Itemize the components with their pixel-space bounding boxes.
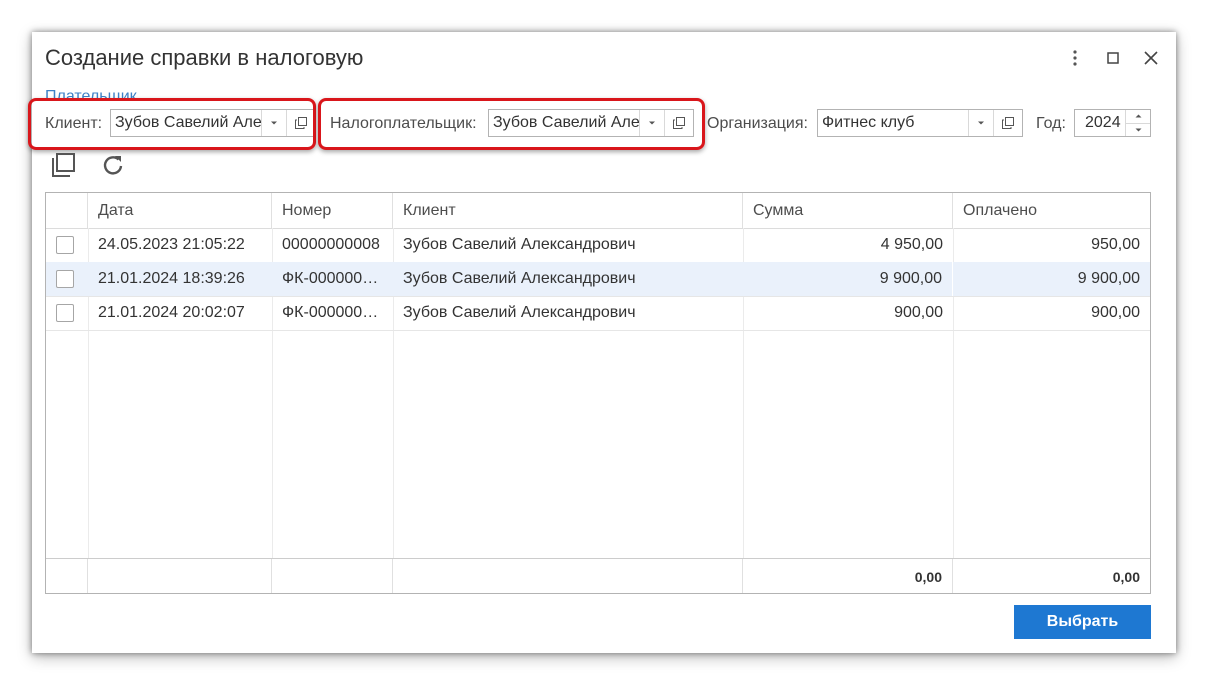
year-field-value[interactable]: 2024 [1075, 110, 1125, 136]
open-icon [1002, 117, 1014, 129]
table-row-selected[interactable]: 21.01.2024 18:39:26 ФК-0000000017 Зубов … [46, 262, 1150, 297]
footer-cell [46, 559, 88, 593]
row-paid: 9 900,00 [1077, 270, 1140, 287]
row-sum: 900,00 [894, 304, 943, 321]
chevron-down-icon [978, 121, 984, 125]
open-icon [673, 117, 685, 129]
row-paid: 950,00 [1091, 236, 1140, 253]
column-header-paid[interactable]: Оплачено [953, 193, 1150, 228]
row-sum: 4 950,00 [880, 236, 943, 253]
taxpayer-label: Налогоплательщик: [330, 115, 477, 132]
select-button[interactable]: Выбрать [1014, 605, 1151, 639]
year-field[interactable]: 2024 [1074, 109, 1151, 137]
close-icon[interactable] [1139, 46, 1163, 70]
year-increment-button[interactable] [1126, 110, 1150, 123]
organization-dropdown-button[interactable] [968, 110, 993, 136]
refresh-button[interactable] [98, 150, 128, 180]
chevron-down-icon [649, 121, 655, 125]
year-spinner[interactable] [1125, 110, 1150, 136]
organization-open-button[interactable] [993, 110, 1022, 136]
row-checkbox[interactable] [56, 270, 74, 288]
client-label: Клиент: [45, 115, 103, 132]
taxpayer-field[interactable]: Зубов Савелий Александрович [488, 109, 694, 137]
taxpayer-open-button[interactable] [664, 110, 693, 136]
maximize-icon[interactable] [1101, 46, 1125, 70]
row-date: 21.01.2024 18:39:26 [98, 270, 245, 287]
chevron-down-icon [1135, 128, 1141, 132]
column-header-check [46, 193, 88, 228]
chevron-up-icon [1135, 114, 1141, 118]
row-checkbox[interactable] [56, 236, 74, 254]
year-label: Год: [1036, 115, 1066, 132]
dialog-title: Создание справки в налоговую [45, 45, 364, 70]
table-row[interactable]: 21.01.2024 20:02:07 ФК-0000000018 Зубов … [46, 296, 1150, 331]
column-header-date[interactable]: Дата [88, 193, 272, 228]
taxpayer-field-value[interactable]: Зубов Савелий Александрович [489, 110, 639, 136]
footer-cell [393, 559, 743, 593]
client-field-value[interactable]: Зубов Савелий Александрович [111, 110, 261, 136]
open-icon [295, 117, 307, 129]
column-header-client[interactable]: Клиент [393, 193, 743, 228]
column-header-number[interactable]: Номер [272, 193, 393, 228]
organization-field-value[interactable]: Фитнес клуб [818, 110, 968, 136]
client-dropdown-button[interactable] [261, 110, 286, 136]
row-number-cell: ФК-0000000017 [272, 262, 393, 296]
row-checkbox[interactable] [56, 304, 74, 322]
row-number: ФК-0000000018 [282, 304, 383, 321]
row-number: 00000000008 [282, 236, 380, 253]
more-vertical-icon[interactable] [1063, 46, 1087, 70]
copy-icon [52, 153, 75, 177]
row-client: Зубов Савелий Александрович [403, 270, 636, 287]
tax-certificate-dialog: Создание справки в налоговую Плательщик … [28, 32, 1176, 653]
row-number-cell: ФК-0000000018 [272, 296, 393, 330]
footer-cell [88, 559, 272, 593]
row-number-cell: 00000000008 [272, 228, 393, 262]
client-field[interactable]: Зубов Савелий Александрович [110, 109, 316, 137]
table-header: Дата Номер Клиент Сумма Оплачено [46, 193, 1150, 229]
footer-sum-total: 0,00 [743, 559, 953, 593]
payer-link[interactable]: Плательщик [45, 87, 137, 99]
row-client: Зубов Савелий Александрович [403, 304, 636, 321]
row-paid: 900,00 [1091, 304, 1140, 321]
taxpayer-dropdown-button[interactable] [639, 110, 664, 136]
organization-label: Организация: [707, 115, 808, 132]
column-header-sum[interactable]: Сумма [743, 193, 953, 228]
year-decrement-button[interactable] [1126, 122, 1150, 137]
table-row[interactable]: 24.05.2023 21:05:22 00000000008 Зубов Са… [46, 228, 1150, 263]
row-checkbox-cell [46, 228, 88, 262]
documents-table: Дата Номер Клиент Сумма Оплачено 24.05.2… [45, 192, 1151, 594]
copy-button[interactable] [48, 150, 78, 180]
row-checkbox-cell [46, 262, 88, 296]
organization-field[interactable]: Фитнес клуб [817, 109, 1023, 137]
row-client: Зубов Савелий Александрович [403, 236, 636, 253]
table-footer: 0,00 0,00 [46, 558, 1150, 593]
footer-cell [272, 559, 393, 593]
row-date: 21.01.2024 20:02:07 [98, 304, 245, 321]
row-number: ФК-0000000017 [282, 270, 383, 287]
chevron-down-icon [271, 121, 277, 125]
row-date: 24.05.2023 21:05:22 [98, 236, 245, 253]
row-checkbox-cell [46, 296, 88, 330]
row-sum: 9 900,00 [743, 262, 953, 296]
refresh-icon [103, 156, 123, 175]
client-open-button[interactable] [286, 110, 315, 136]
footer-paid-total: 0,00 [1112, 568, 1140, 585]
